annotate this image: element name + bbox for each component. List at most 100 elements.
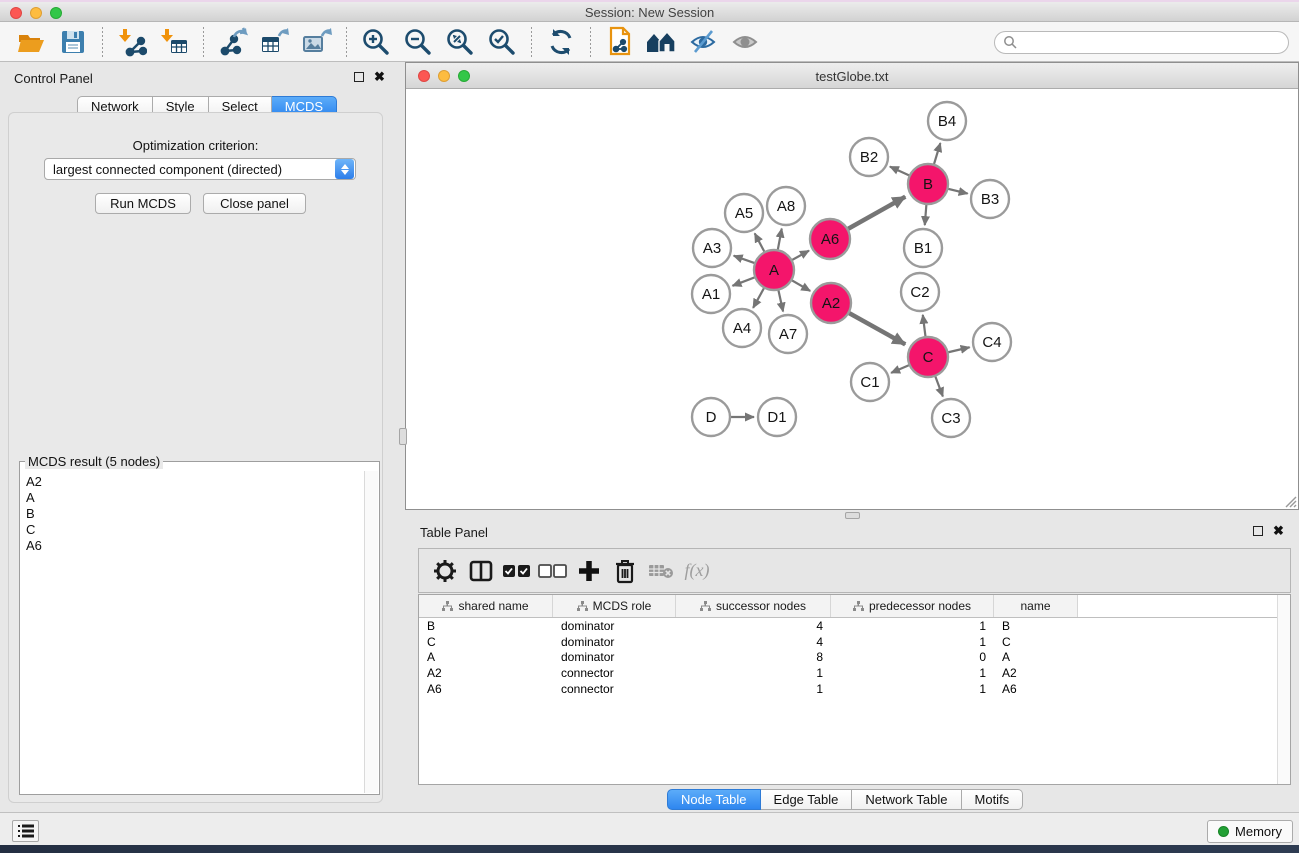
zoom-selected-icon[interactable] — [484, 26, 520, 58]
node-A7[interactable]: A7 — [769, 315, 807, 353]
node-D1[interactable]: D1 — [758, 398, 796, 436]
node-C1[interactable]: C1 — [851, 363, 889, 401]
tab-node-table[interactable]: Node Table — [667, 789, 761, 810]
table-cell[interactable]: connector — [553, 682, 676, 696]
node-B[interactable]: B — [908, 164, 948, 204]
select-all-rows-icon[interactable] — [500, 556, 534, 586]
node-A1[interactable]: A1 — [692, 275, 730, 313]
table-cell[interactable]: 1 — [676, 682, 831, 696]
export-table-icon[interactable] — [257, 26, 293, 58]
node-table[interactable]: shared nameMCDS rolesuccessor nodesprede… — [418, 594, 1291, 785]
table-scrollbar[interactable] — [1277, 595, 1290, 784]
node-B3[interactable]: B3 — [971, 180, 1009, 218]
table-cell[interactable]: A6 — [994, 682, 1078, 696]
delete-columns-icon[interactable] — [608, 556, 642, 586]
manage-columns-icon[interactable] — [464, 556, 498, 586]
table-cell[interactable]: A — [419, 650, 553, 664]
table-cell[interactable]: 4 — [676, 635, 831, 649]
network-canvas[interactable]: AA1A3A5A8A4A7A6A2BB2B4B3B1CC2C4C1C3DD1 — [406, 89, 1298, 509]
mcds-result-scrollbar[interactable] — [364, 471, 378, 793]
node-A4[interactable]: A4 — [723, 309, 761, 347]
criterion-dropdown[interactable]: largest connected component (directed) — [44, 158, 356, 180]
node-C[interactable]: C — [908, 337, 948, 377]
table-panel-float-icon[interactable] — [1253, 526, 1263, 536]
table-row[interactable]: Bdominator41B — [419, 618, 1290, 634]
table-cell[interactable]: A6 — [419, 682, 553, 696]
node-B1[interactable]: B1 — [904, 229, 942, 267]
show-graphics-details-icon[interactable] — [728, 26, 764, 58]
mcds-result-list[interactable]: A2ABCA6 — [21, 471, 364, 793]
table-cell[interactable]: A — [994, 650, 1078, 664]
table-cell[interactable]: 1 — [831, 619, 994, 633]
node-D[interactable]: D — [692, 398, 730, 436]
search-field[interactable] — [994, 31, 1289, 54]
horizontal-splitter-handle[interactable] — [845, 512, 860, 519]
zoom-in-icon[interactable] — [358, 26, 394, 58]
zoom-out-icon[interactable] — [400, 26, 436, 58]
import-table-icon[interactable] — [156, 26, 192, 58]
export-network-icon[interactable] — [215, 26, 251, 58]
run-mcds-button[interactable]: Run MCDS — [95, 193, 191, 214]
table-row[interactable]: A6connector11A6 — [419, 681, 1290, 697]
table-cell[interactable]: 4 — [676, 619, 831, 633]
apply-function-icon[interactable]: f(x) — [680, 556, 714, 586]
node-C3[interactable]: C3 — [932, 399, 970, 437]
column-header-name[interactable]: name — [994, 595, 1078, 617]
control-panel-close-icon[interactable]: ✖ — [374, 72, 385, 82]
table-cell[interactable]: C — [994, 635, 1078, 649]
table-cell[interactable]: A2 — [994, 666, 1078, 680]
node-A5[interactable]: A5 — [725, 194, 763, 232]
table-panel-close-icon[interactable]: ✖ — [1273, 526, 1284, 536]
open-file-icon[interactable] — [13, 26, 49, 58]
node-B2[interactable]: B2 — [850, 138, 888, 176]
node-A[interactable]: A — [754, 250, 794, 290]
zoom-fit-icon[interactable] — [442, 26, 478, 58]
mcds-result-item[interactable]: C — [26, 522, 364, 538]
table-cell[interactable]: A2 — [419, 666, 553, 680]
mcds-result-item[interactable]: B — [26, 506, 364, 522]
table-cell[interactable]: 1 — [831, 666, 994, 680]
table-cell[interactable]: dominator — [553, 619, 676, 633]
refresh-layout-icon[interactable] — [543, 26, 579, 58]
table-cell[interactable]: 1 — [831, 682, 994, 696]
deselect-all-rows-icon[interactable] — [536, 556, 570, 586]
table-row[interactable]: Cdominator41C — [419, 634, 1290, 650]
table-cell[interactable]: 0 — [831, 650, 994, 664]
tab-motifs[interactable]: Motifs — [962, 789, 1024, 810]
node-A8[interactable]: A8 — [767, 187, 805, 225]
close-panel-button[interactable]: Close panel — [203, 193, 306, 214]
import-network-icon[interactable] — [114, 26, 150, 58]
table-cell[interactable]: 8 — [676, 650, 831, 664]
mcds-result-item[interactable]: A2 — [26, 474, 364, 490]
mcds-result-item[interactable]: A — [26, 490, 364, 506]
network-graph[interactable]: AA1A3A5A8A4A7A6A2BB2B4B3B1CC2C4C1C3DD1 — [406, 89, 1298, 509]
column-header-shared-name[interactable]: shared name — [419, 595, 553, 617]
column-header-successor-nodes[interactable]: successor nodes — [676, 595, 831, 617]
mcds-result-item[interactable]: A6 — [26, 538, 364, 554]
table-cell[interactable]: C — [419, 635, 553, 649]
control-panel-float-icon[interactable] — [354, 72, 364, 82]
table-cell[interactable]: 1 — [831, 635, 994, 649]
node-A6[interactable]: A6 — [810, 219, 850, 259]
network-window-titlebar[interactable]: testGlobe.txt — [406, 63, 1298, 89]
table-cell[interactable]: B — [419, 619, 553, 633]
table-row[interactable]: Adominator80A — [419, 650, 1290, 666]
column-header-predecessor-nodes[interactable]: predecessor nodes — [831, 595, 994, 617]
tab-edge-table[interactable]: Edge Table — [761, 789, 853, 810]
table-cell[interactable]: dominator — [553, 635, 676, 649]
first-neighbors-icon[interactable] — [644, 26, 680, 58]
delete-table-icon[interactable] — [644, 556, 678, 586]
memory-button[interactable]: Memory — [1207, 820, 1293, 843]
column-header-MCDS-role[interactable]: MCDS role — [553, 595, 676, 617]
task-history-button[interactable] — [12, 820, 39, 842]
clone-network-icon[interactable] — [602, 26, 638, 58]
tab-network-table[interactable]: Network Table — [852, 789, 961, 810]
node-A2[interactable]: A2 — [811, 283, 851, 323]
node-A3[interactable]: A3 — [693, 229, 731, 267]
table-cell[interactable]: dominator — [553, 650, 676, 664]
table-row[interactable]: A2connector11A2 — [419, 665, 1290, 681]
search-input[interactable] — [1018, 34, 1288, 52]
window-resize-grip[interactable] — [1283, 494, 1297, 508]
node-C2[interactable]: C2 — [901, 273, 939, 311]
node-C4[interactable]: C4 — [973, 323, 1011, 361]
